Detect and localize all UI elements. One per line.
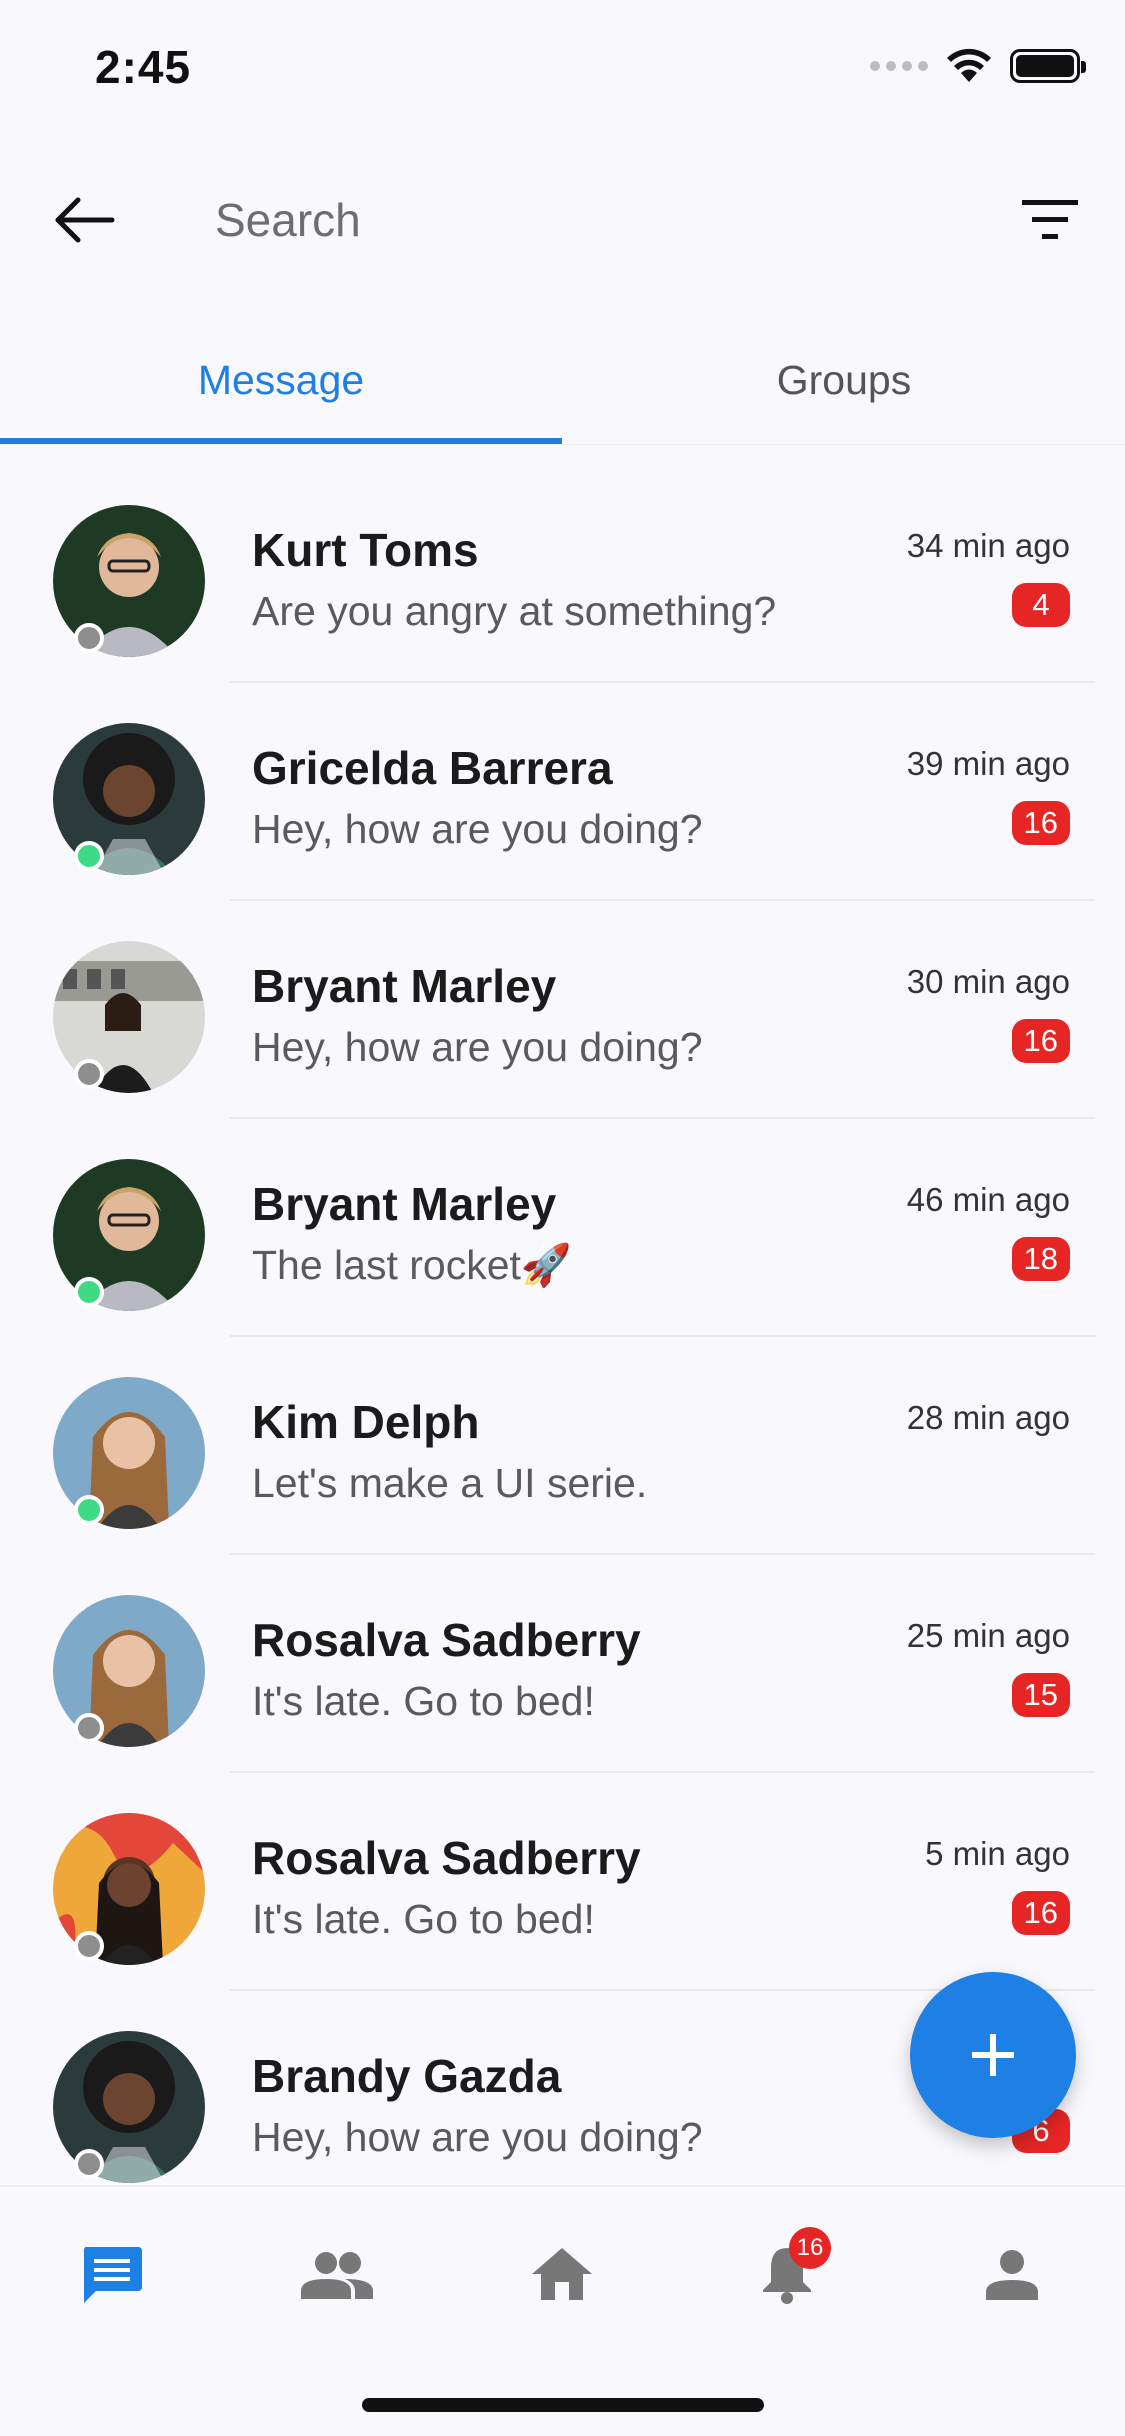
contact-name: Gricelda Barrera (252, 742, 613, 794)
filter-button[interactable] (1020, 192, 1080, 248)
conversation-row[interactable]: Bryant Marley Hey, how are you doing? 30… (0, 901, 1125, 1119)
conversation-list: Kurt Toms Are you angry at something? 34… (0, 465, 1125, 2185)
messages-screen: 2:45 Search Message Groups Kurt Toms Are… (0, 0, 1125, 2436)
tab-indicator (0, 438, 562, 444)
nav-contacts[interactable] (297, 2239, 377, 2309)
conversation-row[interactable]: Kim Delph Let's make a UI serie. 28 min … (0, 1337, 1125, 1555)
back-arrow-icon (55, 197, 115, 243)
conversation-row[interactable]: Rosalva Sadberry It's late. Go to bed! 2… (0, 1555, 1125, 1773)
message-time: 30 min ago (906, 963, 1070, 1000)
conversation-row[interactable]: Kurt Toms Are you angry at something? 34… (0, 465, 1125, 683)
tab-bar: Message Groups (0, 320, 1125, 445)
contact-name: Brandy Gazda (252, 2050, 562, 2102)
status-bar: 2:45 (0, 0, 1125, 140)
message-time: 28 min ago (906, 1399, 1070, 1436)
nav-chats[interactable] (72, 2239, 152, 2309)
nav-notifications[interactable]: 16 (747, 2227, 831, 2309)
message-preview: Are you angry at something? (252, 588, 777, 634)
battery-icon (1010, 49, 1086, 83)
message-preview: Hey, how are you doing? (252, 2114, 703, 2160)
search-header (0, 170, 1125, 270)
unread-badge: 16 (1011, 801, 1070, 845)
unread-badge: 15 (1011, 1673, 1070, 1717)
tab-groups[interactable]: Groups (563, 320, 1125, 440)
presence-indicator (74, 1931, 104, 1961)
message-preview: It's late. Go to bed! (252, 1896, 595, 1942)
message-preview: It's late. Go to bed! (252, 1678, 595, 1724)
unread-badge: 18 (1011, 1237, 1070, 1281)
message-preview: Let's make a UI serie. (252, 1460, 648, 1506)
presence-indicator (74, 623, 104, 653)
home-indicator (362, 2398, 764, 2412)
home-icon (532, 2248, 592, 2300)
message-preview: Hey, how are you doing? (252, 806, 703, 852)
people-icon (301, 2252, 373, 2299)
chat-icon (84, 2247, 142, 2303)
message-preview: The last rocket🚀 (252, 1242, 572, 1288)
presence-indicator (74, 841, 104, 871)
contact-name: Bryant Marley (252, 1178, 557, 1230)
search-input[interactable] (215, 185, 935, 255)
status-icons (870, 48, 1086, 84)
conversation-row[interactable]: Gricelda Barrera Hey, how are you doing?… (0, 683, 1125, 901)
contact-name: Bryant Marley (252, 960, 557, 1012)
conversation-row[interactable]: Rosalva Sadberry It's late. Go to bed! 5… (0, 1773, 1125, 1991)
person-icon (986, 2250, 1038, 2300)
contact-name: Kim Delph (252, 1396, 480, 1448)
contact-name: Rosalva Sadberry (252, 1832, 641, 1884)
nav-profile[interactable] (972, 2239, 1052, 2309)
message-time: 5 min ago (925, 1835, 1070, 1872)
conversation-row[interactable]: Bryant Marley The last rocket🚀 46 min ag… (0, 1119, 1125, 1337)
plus-icon (972, 2034, 1014, 2076)
notification-badge: 16 (789, 2227, 831, 2269)
unread-badge: 16 (1011, 1019, 1070, 1063)
presence-indicator (74, 1495, 104, 1525)
message-time: 25 min ago (906, 1617, 1070, 1654)
message-preview: Hey, how are you doing? (252, 1024, 703, 1070)
message-time: 46 min ago (906, 1181, 1070, 1218)
unread-badge: 16 (1011, 1891, 1070, 1935)
presence-indicator (74, 1713, 104, 1743)
contact-name: Rosalva Sadberry (252, 1614, 641, 1666)
nav-home[interactable] (522, 2239, 602, 2309)
cellular-signal-icon (870, 61, 928, 71)
tab-message[interactable]: Message (0, 320, 562, 440)
message-time: 39 min ago (906, 745, 1070, 782)
contact-name: Kurt Toms (252, 524, 479, 576)
presence-indicator (74, 1277, 104, 1307)
filter-icon (1022, 200, 1078, 239)
wifi-icon (947, 48, 991, 82)
back-button[interactable] (50, 190, 120, 250)
presence-indicator (74, 2149, 104, 2179)
new-message-button[interactable] (910, 1972, 1076, 2138)
status-time: 2:45 (95, 41, 192, 93)
message-time: 34 min ago (906, 527, 1070, 564)
presence-indicator (74, 1059, 104, 1089)
unread-badge: 4 (1012, 583, 1070, 627)
